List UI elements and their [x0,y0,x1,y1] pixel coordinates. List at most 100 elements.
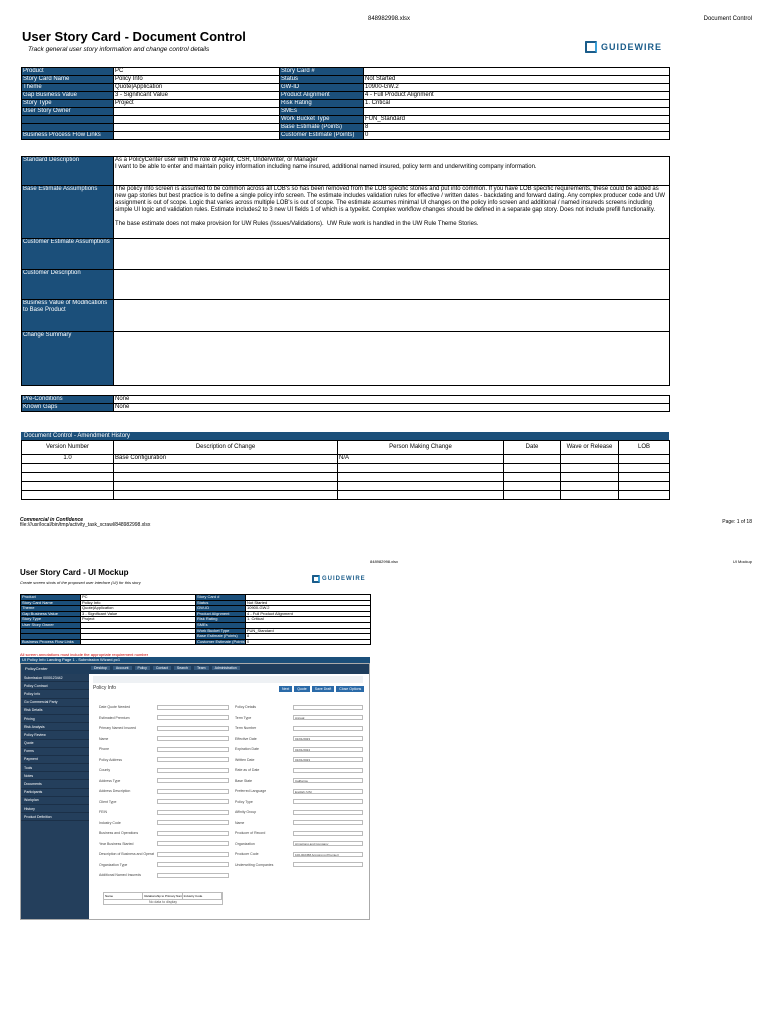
pc-field-input[interactable] [293,725,363,731]
pc-field-label: Address Description [99,789,131,794]
amendment-cell [337,481,504,491]
file-name: 848982998.xlsx [368,16,411,22]
pc-sidebar-item[interactable]: Quote [21,740,89,748]
pc-field-input[interactable]: English (US) [293,788,363,794]
pc-field-input[interactable] [157,872,229,878]
pc-field-input[interactable] [157,715,229,721]
pc-field-input[interactable] [157,788,229,794]
pc-action-button[interactable]: Close Options [336,686,365,692]
pc-field-input[interactable] [293,704,363,710]
pc-field-input[interactable] [293,830,363,836]
pc-sidebar-item[interactable]: Pricing [21,715,89,724]
pc-field-input[interactable] [293,799,363,805]
amendment-row: 1.0 Base Configuration N/A [21,454,670,464]
pc-field-label: Term Number [235,726,257,731]
pc-sidebar-item[interactable]: Notes [21,772,89,781]
info-label: Work Bucket Type [279,115,364,124]
pc-field-input[interactable] [293,862,363,868]
pc-table-column[interactable]: Industry Code [183,893,222,899]
pc-field-input[interactable] [157,820,229,826]
pc-field-input[interactable] [157,757,229,763]
amendment-cell [113,472,338,482]
page-subtitle: Track general user story information and… [28,46,210,53]
pc-sidebar-item[interactable]: Tools [21,764,89,773]
amendment-cell [21,481,114,491]
pc-field-input[interactable] [157,746,229,752]
pc-field-input[interactable] [157,778,229,784]
pc-field-input[interactable]: Annual [293,715,363,721]
pc-table-column[interactable]: Relationship to Primary Named Insured [143,893,183,899]
pc-sidebar-item[interactable]: Forms [21,748,89,756]
pc-field-input[interactable] [157,799,229,805]
description-label: Customer Estimate Assumptions [21,238,114,270]
pc-sidebar-item[interactable]: Workplan [21,797,89,805]
pc-tab[interactable]: Team [194,665,209,670]
pc-field-input[interactable] [293,820,363,826]
pc-field-input[interactable] [157,851,229,857]
info-label: User Story Owner [21,107,114,116]
pc-action-button[interactable]: Quote [294,686,310,692]
amendment-cell [503,454,561,464]
pc-sidebar-item[interactable]: Documents [21,780,89,789]
pc-field-input[interactable]: 01/01/2024 [293,746,363,752]
pc-field-input[interactable] [157,704,229,710]
amendment-cell [560,463,619,473]
pc-field-input[interactable]: 100-002458 Armstrong (Premier) [293,851,363,857]
info-label [21,115,114,124]
pc-field-input[interactable]: Armstrong and Company [293,841,363,847]
pc-field-input[interactable]: 01/01/2023 [293,757,363,763]
info-row: Product PC Story Card # [21,67,670,76]
pc-field-input[interactable] [157,767,229,773]
pc-sidebar-item[interactable]: Payment [21,756,89,765]
info-value [113,115,280,124]
description-value [113,269,670,300]
pc-action-button[interactable]: Save Draft [311,686,335,692]
pc-table-column[interactable]: Name [104,893,144,899]
pc-field-input[interactable] [157,809,229,815]
pc-field-label: FEIN [99,810,107,815]
pc-form-row: Base State California [235,776,363,787]
pc-sidebar-item[interactable]: Participants [21,789,89,797]
pc-tab[interactable]: Administration [211,665,240,670]
pc-field-label: Base State [235,778,253,783]
pc-form-row: Organization Type [99,860,229,871]
description-row: Business Value of Modifications to Base … [21,299,670,332]
pc-sidebar-item[interactable]: History [21,805,89,814]
column-header: Person Making Change [337,440,504,455]
pc-form-row: Term Number [235,723,363,734]
pc-sidebar-item[interactable]: Submission 0000123442 [21,674,89,683]
pc-additional-insured-table: NameRelationship to Primary Named Insure… [103,892,223,905]
pc-field-input[interactable] [157,830,229,836]
pc-sidebar-item[interactable]: Policy Review [21,731,89,740]
pc-sidebar-item[interactable]: Risk Analysis [21,723,89,732]
policycenter-screenshot: PolicyCenter Desktop Account Policy Contact… [20,663,370,920]
pc-field-input[interactable] [157,736,229,742]
pc-field-label: Primary Named Insured [99,726,136,731]
amendment-header-row: Version Number Description of Change Perso… [21,440,670,455]
pc-sidebar-item[interactable]: Policy Contract [21,682,89,691]
pc-sidebar-item[interactable]: Risk Details [21,707,89,715]
pc-sidebar-item[interactable]: Go Commercial Party [21,699,89,707]
pc-main-panel: Policy Info Next Quote Save Draft Close Opt… [89,674,369,919]
pc-field-input[interactable] [157,862,229,868]
pc-action-button[interactable]: Next [279,686,293,692]
pc-tab[interactable]: Policy [134,665,150,670]
pc-sidebar-item[interactable]: Policy Info [21,690,89,699]
pc-tab[interactable]: Search [173,665,191,670]
pc-sidebar-item[interactable]: Product Definition [21,813,89,822]
description-label: Business Value of Modifications to Base … [21,299,114,332]
pc-form-row: Policy Details [235,702,363,713]
guidewire-logo-text: GUIDEWIRE [601,42,663,52]
pc-field-input[interactable]: 01/01/2023 [293,736,363,742]
pc-field-input[interactable] [293,809,363,815]
pc-tab[interactable]: Desktop [91,665,110,670]
pc-tab[interactable]: Contact [152,665,171,670]
info-label: Product [21,67,114,76]
pc-tab[interactable]: Account [112,665,132,670]
pc-field-input[interactable] [157,841,229,847]
pc-field-input[interactable] [293,767,363,773]
amendment-cell [503,472,561,482]
pc-form-row: Additional Named Insureds [99,870,229,881]
pc-field-input[interactable]: California [293,778,363,784]
pc-field-input[interactable] [157,725,229,731]
